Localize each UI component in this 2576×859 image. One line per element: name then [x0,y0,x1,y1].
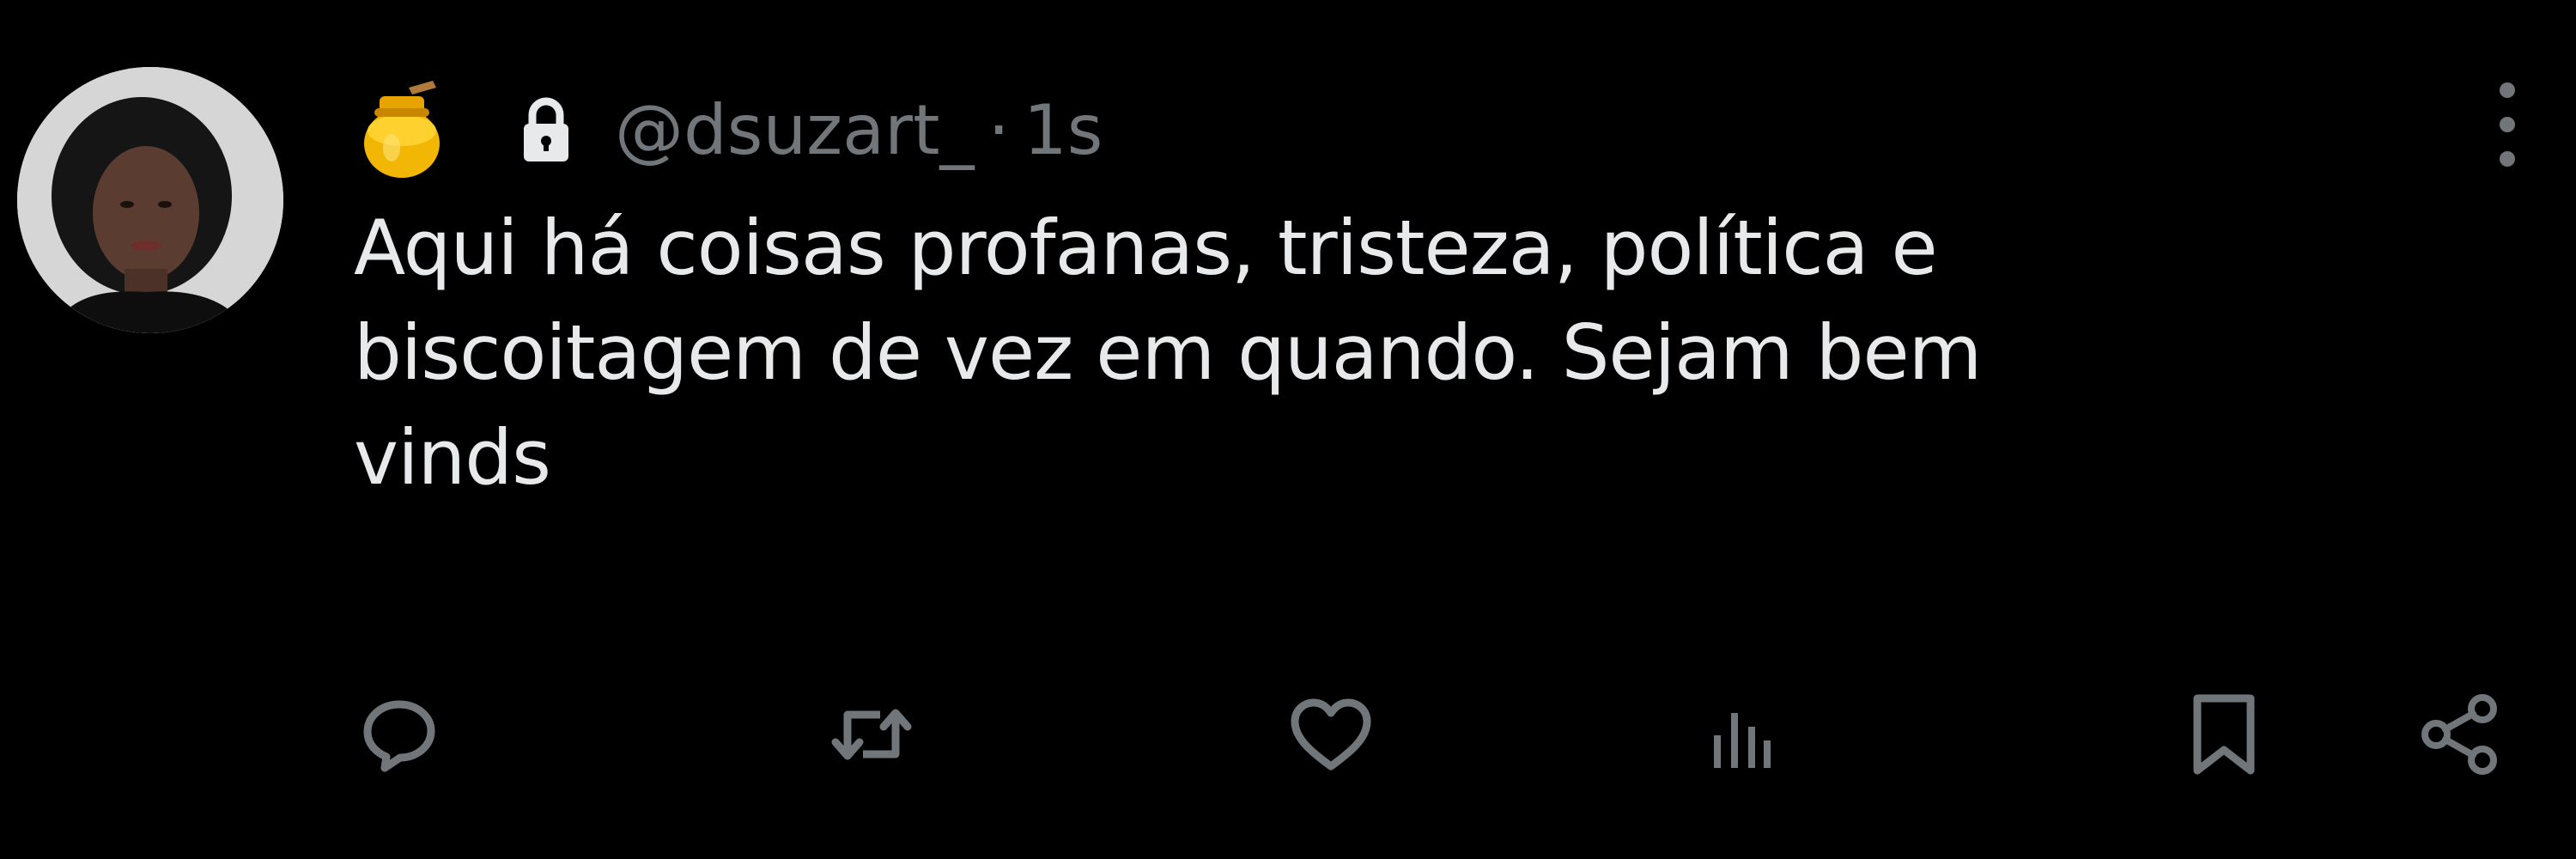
more-vertical-icon[interactable] [2490,77,2524,172]
reply-button[interactable] [348,687,451,782]
lock-icon [524,97,568,161]
share-icon [2421,694,2497,775]
bookmark-button[interactable] [2172,687,2275,782]
tweet-text: Aqui há coisas profanas, tristeza, polít… [354,204,1982,502]
reply-icon [363,700,435,772]
like-button[interactable] [1279,687,1382,782]
retweet-icon [831,709,912,760]
user-handle[interactable]: @dsuzart_ [615,96,974,165]
like-icon [1291,698,1371,771]
separator: · [987,90,1010,170]
views-icon [1714,713,1771,768]
timestamp[interactable]: 1s [1024,96,1103,165]
honey-pot-icon [364,81,440,178]
tweet-header: @dsuzart_ · 1s [359,70,1103,191]
bookmark-icon [2193,694,2255,775]
views-button[interactable] [1690,687,1793,782]
share-button[interactable] [2409,687,2512,782]
avatar[interactable] [17,67,283,333]
retweet-button[interactable] [820,687,923,782]
